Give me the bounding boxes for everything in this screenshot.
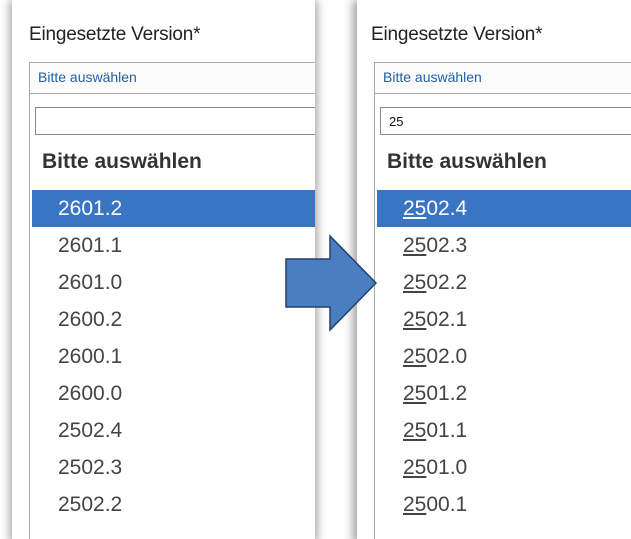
- option-item[interactable]: 2601.1: [32, 227, 315, 264]
- option-item[interactable]: 2502.3: [377, 227, 631, 264]
- option-item[interactable]: 2502.0: [377, 338, 631, 375]
- options-list: 2502.4 2502.3 2502.2 2502.1 2502.0 2501.2 2501…: [377, 190, 631, 523]
- version-select[interactable]: Bitte auswählen: [374, 62, 631, 94]
- option-item[interactable]: 2502.2: [32, 486, 315, 523]
- filter-input[interactable]: [35, 107, 315, 135]
- option-item[interactable]: 2502.3: [32, 449, 315, 486]
- dropdown-panel-after: Eingesetzte Version* Bitte auswählen Bit…: [357, 0, 631, 539]
- option-item[interactable]: 2601.0: [32, 264, 315, 301]
- option-item[interactable]: 2502.2: [377, 264, 631, 301]
- option-item[interactable]: 2502.4: [32, 412, 315, 449]
- group-header: Bitte auswählen: [42, 150, 202, 173]
- option-item[interactable]: 2501.2: [377, 375, 631, 412]
- filter-input[interactable]: [380, 107, 631, 135]
- option-item[interactable]: 2501.1: [377, 412, 631, 449]
- options-list: 2601.2 2601.1 2601.0 2600.2 2600.1 2600.0 2502…: [32, 190, 315, 523]
- select-placeholder: Bitte auswählen: [38, 69, 137, 85]
- version-select[interactable]: Bitte auswählen: [29, 62, 315, 94]
- dropdown-list: Bitte auswählen 2502.42502.32502.22502.1…: [374, 93, 631, 539]
- option-item[interactable]: 2600.1: [32, 338, 315, 375]
- option-item[interactable]: 2600.0: [32, 375, 315, 412]
- option-item[interactable]: 2502.1: [377, 301, 631, 338]
- option-item[interactable]: 2501.0: [377, 449, 631, 486]
- select-placeholder: Bitte auswählen: [383, 69, 482, 85]
- field-label: Eingesetzte Version*: [371, 24, 543, 45]
- group-header: Bitte auswählen: [387, 150, 547, 173]
- right-arrow-icon: [285, 234, 378, 332]
- option-item[interactable]: 2502.4: [377, 190, 631, 227]
- dropdown-panel-before: Eingesetzte Version* Bitte auswählen Bit…: [12, 0, 315, 539]
- field-label: Eingesetzte Version*: [29, 24, 201, 45]
- option-item[interactable]: 2500.1: [377, 486, 631, 523]
- option-item[interactable]: 2600.2: [32, 301, 315, 338]
- dropdown-list: Bitte auswählen 2601.2 2601.1 2601.0 2600.2…: [29, 93, 315, 539]
- option-item[interactable]: 2601.2: [32, 190, 315, 227]
